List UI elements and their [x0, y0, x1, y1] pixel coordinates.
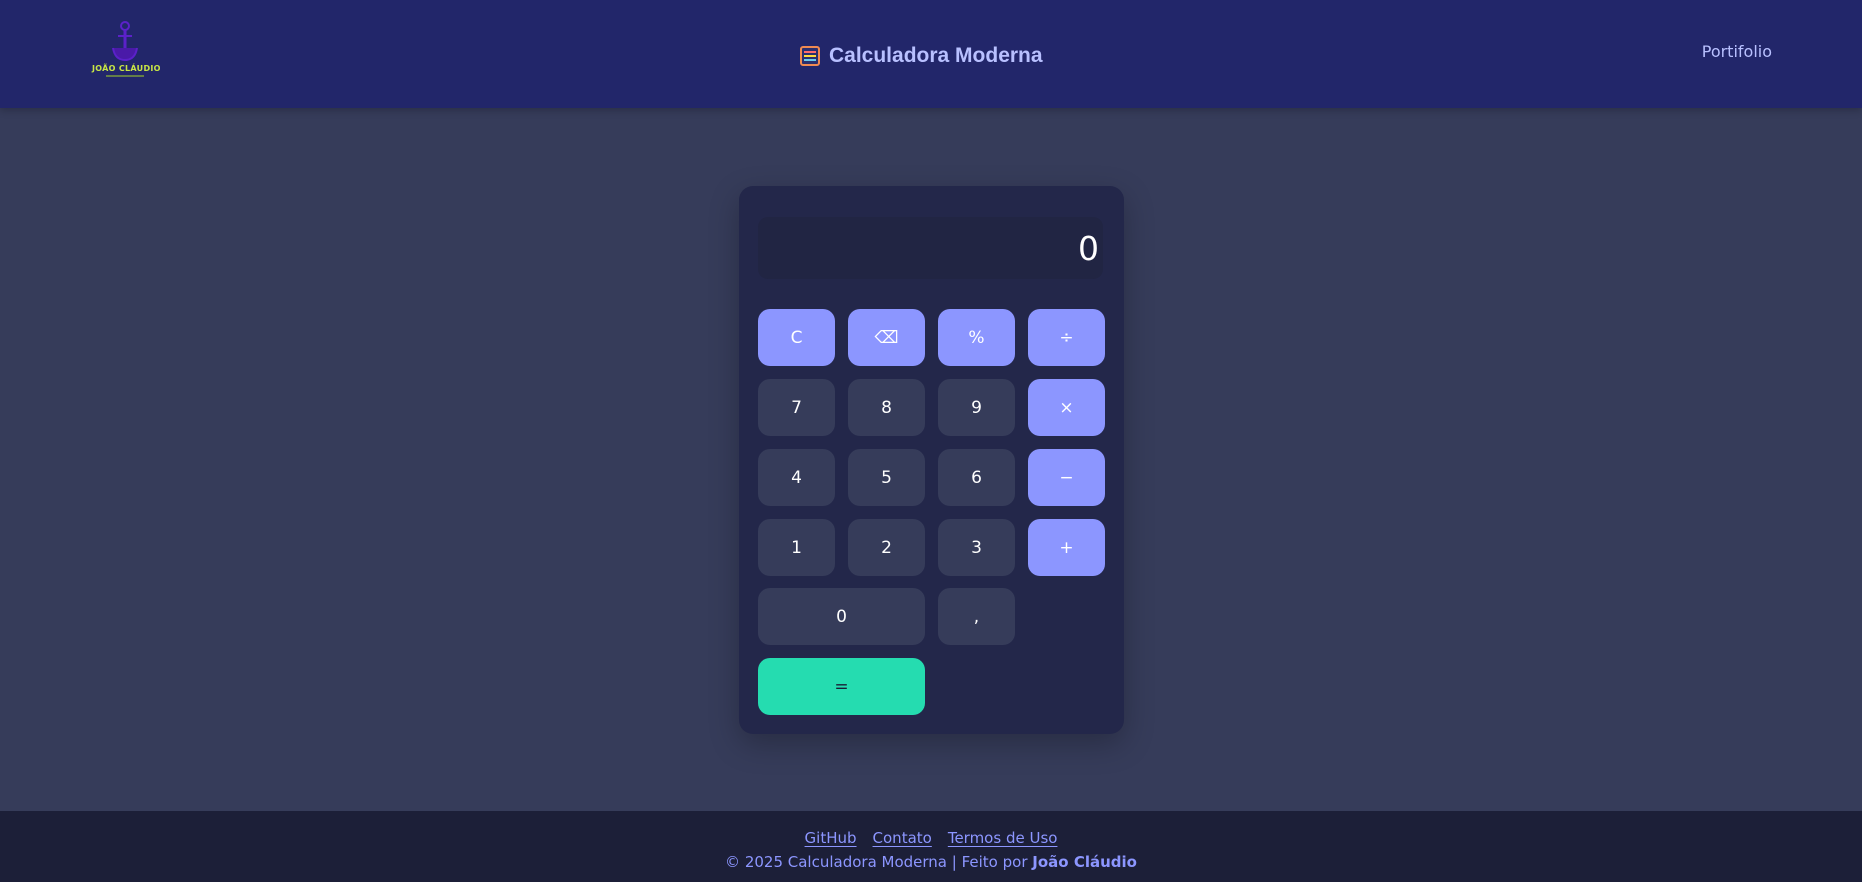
- calculator: 0 C ⌫ % ÷ 7 8 9 × 4 5 6 − 1 2 3 + 0 , =: [739, 186, 1124, 734]
- digit-7-button[interactable]: 7: [758, 379, 835, 436]
- page-title: Calculadora Moderna: [829, 44, 1043, 67]
- calculator-display: 0: [758, 217, 1103, 279]
- decimal-comma-button[interactable]: ,: [938, 588, 1015, 645]
- logo-text: JOÃO CLÁUDIO: [92, 64, 161, 73]
- footer-links: GitHub Contato Termos de Uso: [0, 829, 1862, 847]
- author-name: João Cláudio: [1032, 853, 1137, 871]
- footer-link-contato[interactable]: Contato: [873, 829, 932, 847]
- digit-3-button[interactable]: 3: [938, 519, 1015, 576]
- add-button[interactable]: +: [1028, 519, 1105, 576]
- clear-button[interactable]: C: [758, 309, 835, 366]
- percent-button[interactable]: %: [938, 309, 1015, 366]
- footer-link-termos[interactable]: Termos de Uso: [948, 829, 1058, 847]
- digit-2-button[interactable]: 2: [848, 519, 925, 576]
- anchor-icon: [112, 21, 138, 62]
- nav-link-portfolio[interactable]: Portifolio: [1702, 42, 1772, 61]
- multiply-button[interactable]: ×: [1028, 379, 1105, 436]
- display-value: 0: [1078, 229, 1099, 268]
- digit-8-button[interactable]: 8: [848, 379, 925, 436]
- divide-button[interactable]: ÷: [1028, 309, 1105, 366]
- digit-0-button[interactable]: 0: [758, 588, 925, 645]
- subtract-button[interactable]: −: [1028, 449, 1105, 506]
- backspace-button[interactable]: ⌫: [848, 309, 925, 366]
- site-header: JOÃO CLÁUDIO Calculadora Moderna Portifo…: [0, 0, 1862, 108]
- footer-link-github[interactable]: GitHub: [805, 829, 857, 847]
- digit-9-button[interactable]: 9: [938, 379, 1015, 436]
- brand: Calculadora Moderna: [800, 42, 1043, 70]
- equals-button[interactable]: =: [758, 658, 925, 715]
- logo[interactable]: JOÃO CLÁUDIO: [92, 20, 161, 78]
- digit-5-button[interactable]: 5: [848, 449, 925, 506]
- footer-copyright: © 2025 Calculadora Moderna | Feito por J…: [0, 853, 1862, 871]
- site-footer: GitHub Contato Termos de Uso © 2025 Calc…: [0, 811, 1862, 882]
- logo-tagline: [106, 75, 144, 77]
- abacus-icon: [800, 46, 820, 66]
- digit-1-button[interactable]: 1: [758, 519, 835, 576]
- copyright-text: © 2025 Calculadora Moderna | Feito por: [725, 853, 1028, 871]
- digit-6-button[interactable]: 6: [938, 449, 1015, 506]
- digit-4-button[interactable]: 4: [758, 449, 835, 506]
